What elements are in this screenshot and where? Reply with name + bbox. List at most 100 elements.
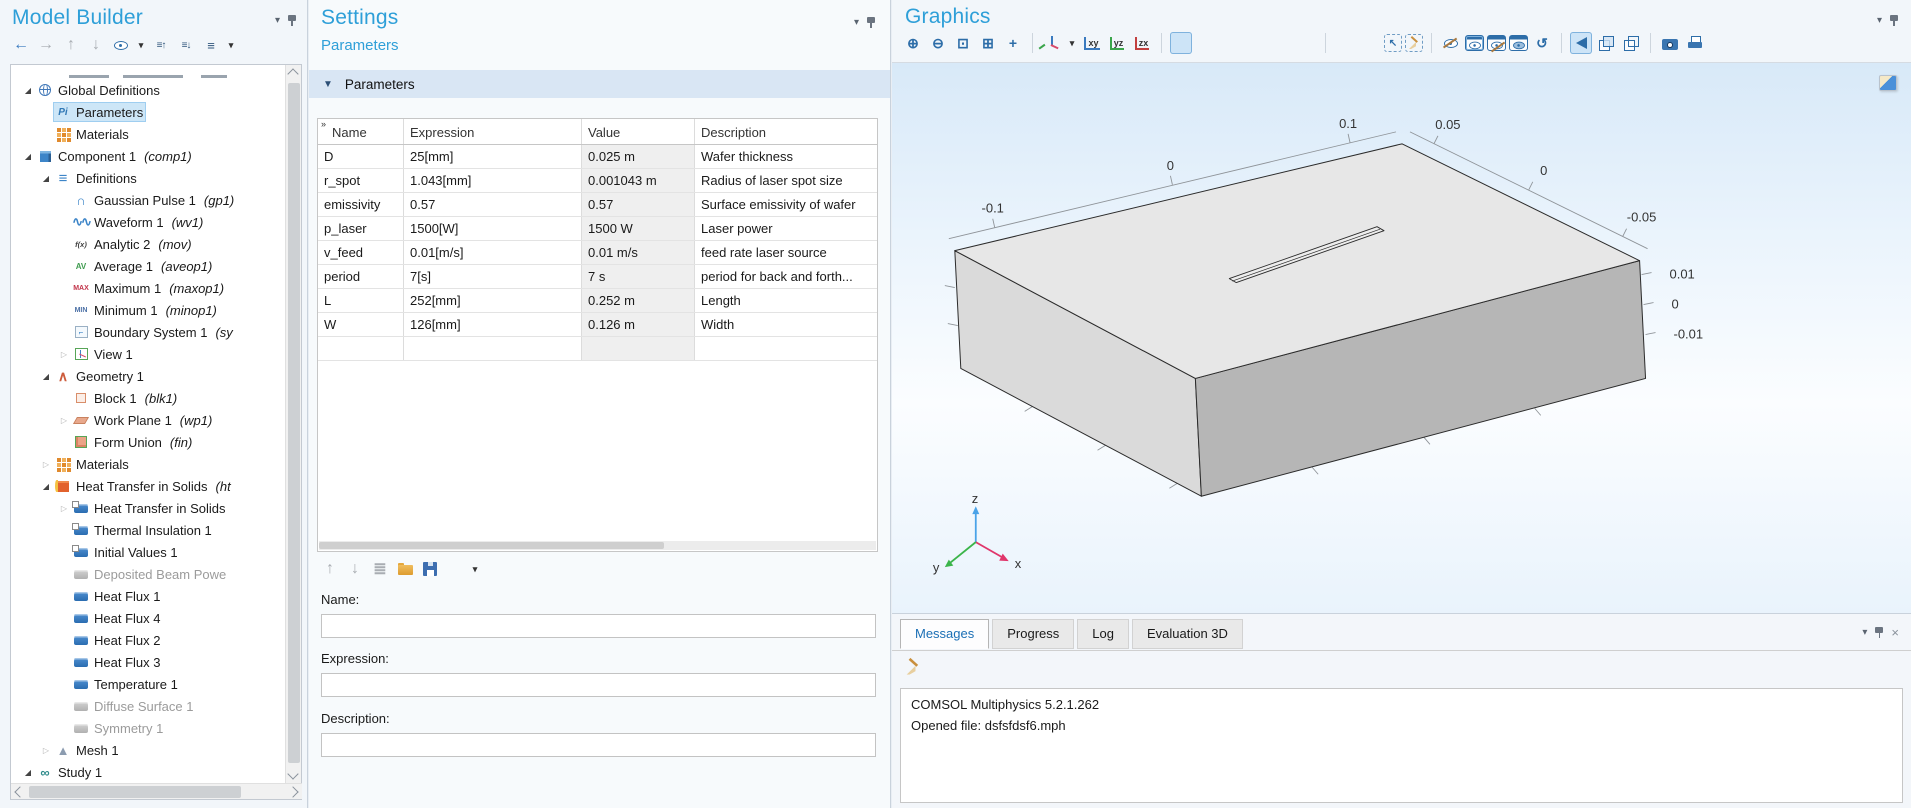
view-left-icon[interactable] [1245,32,1267,54]
show-icon[interactable] [110,34,132,56]
parameters-section-header[interactable]: ▼ Parameters [309,70,890,98]
expand-arrow-icon[interactable]: ▷ [39,746,53,755]
table-cell[interactable]: W [318,313,404,336]
table-row[interactable]: L252[mm]0.252 mLength [318,289,877,313]
tree-item-work-plane-1[interactable]: ▷Work Plane 1(wp1) [11,409,286,431]
load-from-file-icon[interactable] [394,558,416,580]
tree-item-heat-flux-2[interactable]: Heat Flux 2 [11,629,286,651]
expand-arrow-icon[interactable]: ◢ [39,174,53,183]
view-yz-icon[interactable]: yz [1106,32,1128,54]
tree-item-global-definitions[interactable]: ◢Global Definitions [11,79,286,101]
table-cell[interactable]: 1500 W [582,217,695,240]
table-cell[interactable]: Radius of laser spot size [695,169,877,192]
tree-item-minimum-1[interactable]: MINMinimum 1(minop1) [11,299,286,321]
tree-item-geometry-1[interactable]: ◢∧Geometry 1 [11,365,286,387]
expand-arrow-icon[interactable]: ◢ [39,482,53,491]
expand-arrow-icon[interactable]: ▷ [39,460,53,469]
zoom-in-icon[interactable]: ⊕ [902,32,924,54]
table-row[interactable]: r_spot1.043[mm]0.001043 mRadius of laser… [318,169,877,193]
tree-item-heat-flux-1[interactable]: Heat Flux 1 [11,585,286,607]
pin-icon[interactable] [1889,14,1899,27]
expand-arrow-icon[interactable]: ▷ [57,416,71,425]
back-icon[interactable]: ← [10,34,32,56]
scene-light-icon[interactable] [1570,32,1592,54]
tree-item-maximum-1[interactable]: MAXMaximum 1(maxop1) [11,277,286,299]
snapshot-camera-icon[interactable] [1659,32,1681,54]
transparency-icon[interactable] [1595,32,1617,54]
view-xy-icon[interactable]: xy [1081,32,1103,54]
model-tree-node-text-icon[interactable]: ≡ [200,34,222,56]
tree-item-average-1[interactable]: AVAverage 1(aveop1) [11,255,286,277]
tree-item-component-1[interactable]: ◢Component 1(comp1) [11,145,286,167]
expand-arrow-icon[interactable]: ▷ [57,504,71,513]
expand-arrow-icon[interactable]: ◢ [21,768,35,777]
table-cell[interactable]: Wafer thickness [695,145,877,168]
zoom-extents-icon[interactable]: ⊞ [977,32,999,54]
column-header-expression[interactable]: Expression [404,119,582,144]
table-row[interactable]: period7[s]7 speriod for back and forth..… [318,265,877,289]
tree-item-analytic-2[interactable]: f(x)Analytic 2(mov) [11,233,286,255]
table-cell[interactable]: Width [695,313,877,336]
tree-item-thermal-insulation-1[interactable]: Thermal Insulation 1 [11,519,286,541]
table-cell[interactable]: 252[mm] [404,289,582,312]
table-cell[interactable]: 0.57 [404,193,582,216]
scrollbar-thumb[interactable] [288,83,300,763]
table-row[interactable]: p_laser1500[W]1500 WLaser power [318,217,877,241]
collapse-all-icon[interactable]: ≡↑ [150,34,172,56]
tree-item-heat-flux-3[interactable]: Heat Flux 3 [11,651,286,673]
expand-arrow-icon[interactable]: ◢ [21,152,35,161]
pin-icon[interactable] [866,16,876,29]
wireframe-icon[interactable] [1620,32,1642,54]
table-cell[interactable]: 25[mm] [404,145,582,168]
table-row[interactable] [318,337,877,361]
table-horizontal-scrollbar[interactable] [319,541,876,550]
table-row[interactable]: D25[mm]0.025 mWafer thickness [318,145,877,169]
table-cell[interactable]: 1500[W] [404,217,582,240]
table-cell[interactable]: v_feed [318,241,404,264]
table-cell[interactable]: period for back and forth... [695,265,877,288]
default-view-icon[interactable] [1170,32,1192,54]
table-cell[interactable]: 7[s] [404,265,582,288]
move-up-icon[interactable]: ↑ [319,558,341,580]
table-row[interactable]: v_feed0.01[m/s]0.01 m/sfeed rate laser s… [318,241,877,265]
table-cell[interactable]: period [318,265,404,288]
table-cell[interactable]: 0.025 m [582,145,695,168]
tree-item-heat-transfer-in-solids[interactable]: ▷Heat Transfer in Solids [11,497,286,519]
zoom-box-icon[interactable]: ⊡ [952,32,974,54]
save-to-file-icon[interactable] [419,558,441,580]
panel-menu-caret[interactable]: ▾ [1877,16,1882,26]
expand-arrow-icon[interactable]: ◢ [21,86,35,95]
zoom-out-icon[interactable]: ⊖ [927,32,949,54]
clear-messages-icon[interactable] [902,656,924,678]
table-cell[interactable] [695,337,877,360]
table-cell[interactable]: Length [695,289,877,312]
panel-menu-caret[interactable]: ▾ [854,18,859,28]
table-cell[interactable]: 7 s [582,265,695,288]
tree-item-block-1[interactable]: Block 1(blk1) [11,387,286,409]
column-header-description[interactable]: Description [695,119,877,144]
tree-item-initial-values-1[interactable]: Initial Values 1 [11,541,286,563]
print-icon[interactable] [1684,32,1706,54]
orientation-axes-icon[interactable] [1041,32,1063,54]
table-cell[interactable]: 0.01[m/s] [404,241,582,264]
pin-icon[interactable] [287,14,297,27]
scene-3d[interactable]: -0.1 0 0.1 0.05 0 -0.05 0.01 0 -0.01 [892,63,1911,613]
move-down-icon[interactable]: ↓ [85,34,107,56]
view-right-icon[interactable] [1270,32,1292,54]
scrollbar-thumb[interactable] [319,542,664,549]
view-zx-icon[interactable]: zx [1131,32,1153,54]
table-cell[interactable]: 0.126 m [582,313,695,336]
pin-icon[interactable] [1874,626,1884,639]
tree-item-view-1[interactable]: ▷View 1 [11,343,286,365]
view-hidden-icon[interactable] [1465,35,1484,51]
table-row[interactable]: W126[mm]0.126 mWidth [318,313,877,337]
scroll-right-icon[interactable] [287,786,298,797]
table-cell[interactable]: 1.043[mm] [404,169,582,192]
tab-messages[interactable]: Messages [900,619,989,649]
panel-menu-caret[interactable]: ▾ [275,16,280,26]
expression-input[interactable] [321,673,876,697]
scroll-down-icon[interactable] [287,768,298,779]
tree-item-heat-transfer-in-solids[interactable]: ◢Heat Transfer in Solids(ht [11,475,286,497]
messages-log[interactable]: COMSOL Multiphysics 5.2.1.262 Opened fil… [900,688,1903,803]
name-input[interactable] [321,614,876,638]
